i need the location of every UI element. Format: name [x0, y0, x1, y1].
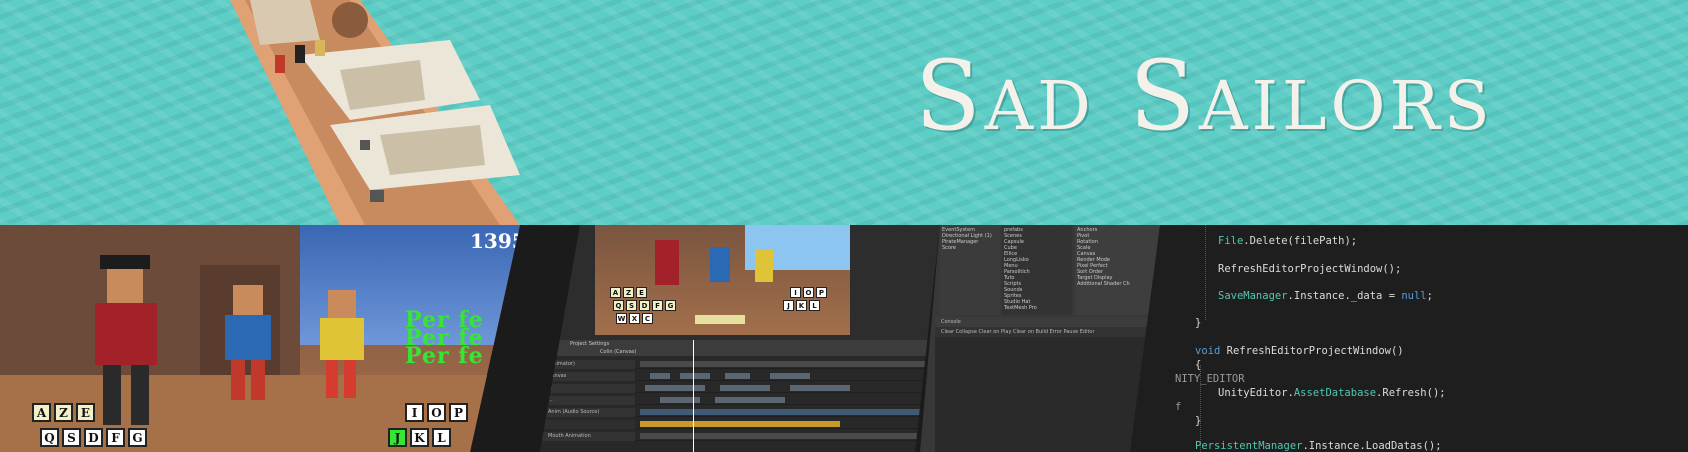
project-item[interactable]: TextMesh Pro: [1004, 305, 1070, 311]
console-clear-on-play-button[interactable]: Clear on Play: [979, 329, 1012, 335]
code-token: ;: [1426, 290, 1433, 302]
code-token: {: [1195, 359, 1202, 371]
code-line: PersistentManager.Instance.LoadDatas();: [1195, 440, 1442, 452]
code-line: UnityEditor.AssetDatabase.Refresh();: [1218, 387, 1446, 399]
key-j: J: [388, 428, 407, 447]
score-counter: 1395: [470, 229, 520, 253]
timeline-track[interactable]: Anim (Audio Source): [540, 408, 940, 417]
code-token: f: [1175, 401, 1182, 413]
perfect-text-3: Per fe: [405, 343, 484, 369]
timeline-header: Project Settings: [540, 340, 940, 348]
code-token: .Instance._data =: [1287, 290, 1402, 302]
screenshot-root: Sad Sailors 1395 Per fe Per fe Per fe A …: [0, 0, 1688, 452]
unity-editor-screenshot: EventSystem Directional Light (1) Pirate…: [920, 225, 1165, 452]
editor-timeline-screenshot: A Z E Q S D F G W X C I O P J K L Projec…: [540, 225, 940, 452]
editor-key-q: Q: [613, 300, 624, 311]
console-clear-on-build-button[interactable]: Clear on Build: [1013, 329, 1048, 335]
gameplay-screenshot: 1395 Per fe Per fe Per fe A Z E Q S D F …: [0, 225, 520, 452]
timeline-track[interactable]: Canvas: [540, 372, 940, 381]
editor-key-j: J: [783, 300, 794, 311]
code-token: UnityEditor.: [1218, 387, 1294, 399]
code-line: }: [1195, 317, 1201, 329]
timeline-track[interactable]: [540, 420, 940, 429]
console-error-pause-button[interactable]: Error Pause: [1050, 329, 1078, 335]
code-line: }: [1195, 415, 1201, 427]
editor-key-k: K: [796, 300, 807, 311]
code-token: void: [1195, 345, 1221, 357]
editor-key-w: W: [616, 313, 627, 324]
editor-key-i: I: [790, 287, 801, 298]
timeline-track[interactable]: ...: [540, 396, 940, 405]
timeline-playhead[interactable]: [693, 340, 694, 452]
key-l: L: [432, 428, 451, 447]
editor-key-e: E: [636, 287, 647, 298]
timeline-track[interactable]: ...: [540, 384, 940, 393]
code-token: RefreshEditorProjectWindow();: [1218, 263, 1402, 275]
code-token: }: [1195, 317, 1202, 329]
code-token: NITY_EDITOR: [1175, 373, 1245, 385]
inspector-field: Additional Shader Ch: [1077, 281, 1130, 287]
key-z: Z: [54, 403, 73, 422]
code-line: NITY_EDITOR: [1175, 373, 1245, 385]
code-token: File: [1218, 235, 1244, 247]
timeline-track[interactable]: Mouth Animation: [540, 432, 940, 441]
pirate-ship-illustration: [230, 0, 520, 225]
editor-key-o: O: [803, 287, 814, 298]
key-a: A: [32, 403, 51, 422]
code-line: SaveManager.Instance._data = null;: [1218, 290, 1433, 302]
code-token: AssetDatabase: [1293, 387, 1377, 399]
code-line: void RefreshEditorProjectWindow(): [1195, 345, 1404, 357]
editor-key-p: P: [816, 287, 827, 298]
timeline-track[interactable]: (Animator): [540, 360, 940, 369]
console-collapse-button[interactable]: Collapse: [956, 329, 977, 335]
game-view: A Z E Q S D F G W X C I O P J K L: [595, 225, 850, 335]
editor-key-s: S: [626, 300, 637, 311]
timeline-window[interactable]: Project Settings Colin (Canvas) (Animato…: [540, 340, 940, 452]
key-d: D: [84, 428, 103, 447]
code-line: RefreshEditorProjectWindow();: [1218, 263, 1401, 275]
editor-key-d: D: [639, 300, 650, 311]
code-line: File.Delete(filePath);: [1218, 235, 1357, 247]
key-q: Q: [40, 428, 59, 447]
editor-key-a: A: [610, 287, 621, 298]
editor-key-l: L: [809, 300, 820, 311]
editor-key-x: X: [629, 313, 640, 324]
code-token: .Instance.LoadDatas();: [1302, 440, 1442, 452]
hierarchy-panel[interactable]: EventSystem Directional Light (1) Pirate…: [940, 225, 1000, 315]
code-line: {: [1195, 359, 1201, 371]
console-toolbar: Clear Collapse Clear on Play Clear on Bu…: [935, 327, 1165, 337]
code-line: f: [1175, 401, 1181, 413]
console-panel[interactable]: Console Clear Collapse Clear on Play Cle…: [935, 317, 1165, 452]
key-p: P: [449, 403, 468, 422]
code-token: SaveManager: [1218, 290, 1288, 302]
code-editor-screenshot: File.Delete(filePath); RefreshEditorProj…: [1130, 225, 1688, 452]
key-k: K: [410, 428, 429, 447]
hierarchy-item[interactable]: Score: [942, 245, 998, 251]
code-token: PersistentManager: [1195, 440, 1303, 452]
banner: Sad Sailors: [0, 0, 1688, 225]
key-i: I: [405, 403, 424, 422]
game-title: Sad Sailors: [915, 40, 1494, 152]
code-token: .Refresh();: [1376, 387, 1446, 399]
console-editor-dropdown[interactable]: Editor: [1080, 329, 1095, 335]
console-clear-button[interactable]: Clear: [941, 329, 954, 335]
key-f: F: [106, 428, 125, 447]
code-token: RefreshEditorProjectWindow(): [1220, 345, 1404, 357]
code-view[interactable]: File.Delete(filePath); RefreshEditorProj…: [1130, 225, 1688, 452]
key-o: O: [427, 403, 446, 422]
key-g: G: [128, 428, 147, 447]
editor-key-c: C: [642, 313, 653, 324]
code-token: .Delete(filePath);: [1243, 235, 1358, 247]
project-panel[interactable]: prefabs Scenes Capsule Cube Ellice LongL…: [1002, 225, 1072, 315]
timeline-tab[interactable]: Colin (Canvas): [540, 348, 940, 356]
console-title[interactable]: Console: [935, 317, 1165, 327]
editor-key-g: G: [665, 300, 676, 311]
editor-key-f: F: [652, 300, 663, 311]
key-e: E: [76, 403, 95, 422]
screenshots-strip: 1395 Per fe Per fe Per fe A Z E Q S D F …: [0, 225, 1688, 452]
key-s: S: [62, 428, 81, 447]
editor-key-z: Z: [623, 287, 634, 298]
code-token: null: [1401, 290, 1427, 302]
code-token: }: [1195, 415, 1202, 427]
